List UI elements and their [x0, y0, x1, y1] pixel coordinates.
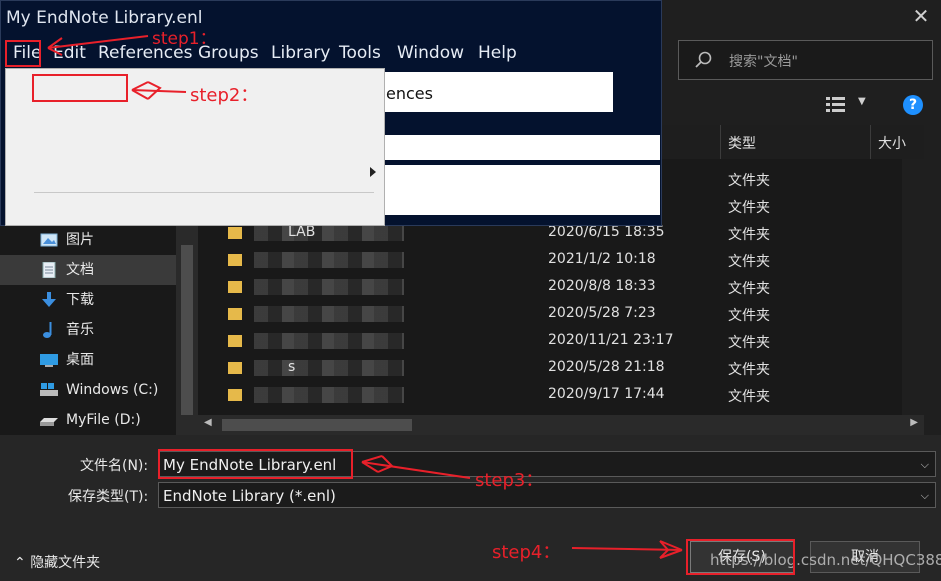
annotation-arrows [47, 35, 683, 559]
